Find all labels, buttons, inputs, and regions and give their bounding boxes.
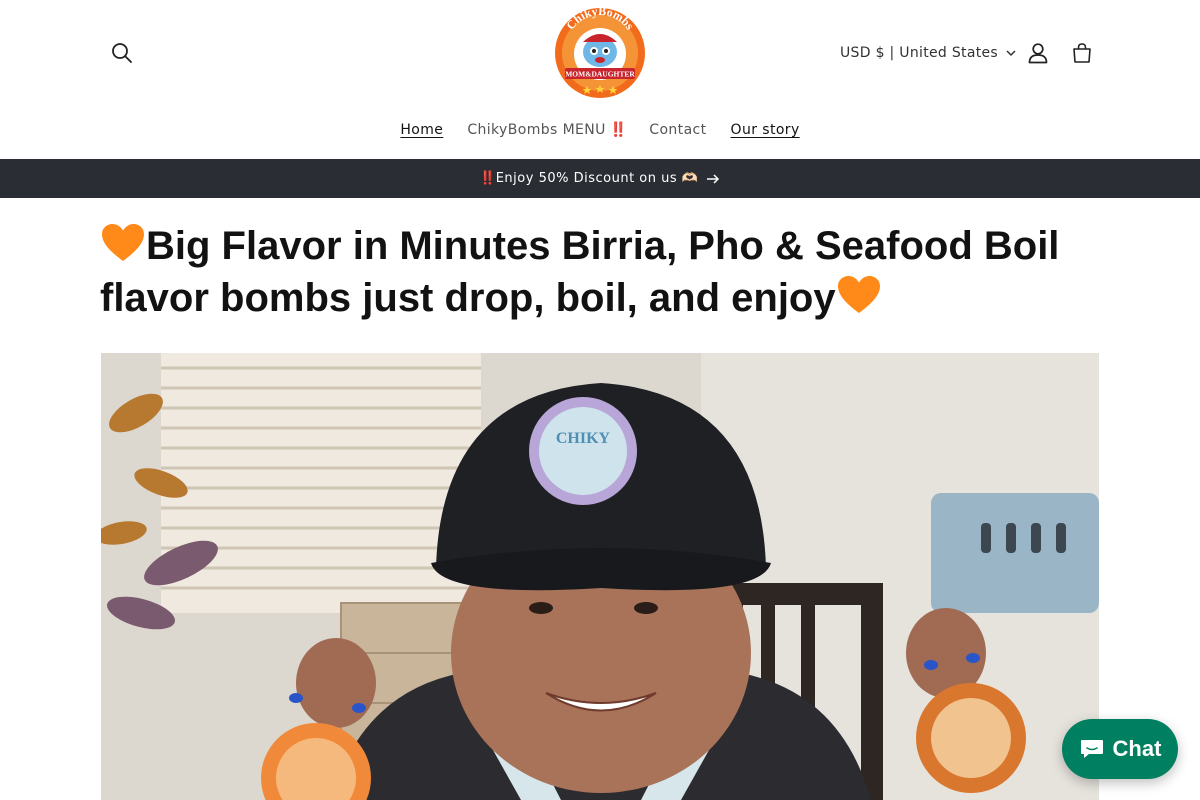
orange-heart-emoji	[837, 276, 880, 313]
arrow-right-icon	[707, 173, 720, 184]
nav-item-our-story[interactable]: Our story	[731, 122, 800, 138]
shopping-bag-icon	[1073, 43, 1091, 63]
cart-button[interactable]	[1064, 35, 1100, 71]
hero-image: CHIKY	[101, 353, 1099, 800]
double-exclamation-emoji: ‼️	[479, 171, 496, 186]
main-navigation: Home ChikyBombs MENU ‼️ Contact Our stor…	[0, 122, 1200, 138]
nav-item-label: Contact	[649, 122, 707, 138]
announcement-bar[interactable]: ‼️ Enjoy 50% Discount on us 🫶🏻	[0, 159, 1200, 198]
currency-selector[interactable]: USD $ | United States	[840, 36, 1016, 70]
currency-label: USD $ | United States	[840, 45, 998, 61]
user-icon	[1028, 43, 1048, 64]
chat-label: Chat	[1112, 736, 1162, 761]
hero-photo-child-holding-flavor-bombs: CHIKY	[101, 353, 1099, 800]
chikybombs-logo-image: MOM&DAUGHTER ChikyBombs	[555, 4, 645, 98]
search-button[interactable]	[104, 35, 140, 71]
chat-bubble-icon	[1080, 740, 1103, 758]
announcement-text: Enjoy 50% Discount on us	[495, 171, 678, 186]
logo-banner-text: MOM&DAUGHTER	[565, 70, 635, 79]
site-header: MOM&DAUGHTER ChikyBombs USD $ | United S…	[0, 0, 1200, 159]
chevron-down-icon	[1006, 49, 1016, 56]
heart-hands-emoji: 🫶🏻	[681, 171, 699, 186]
nav-item-label: Our story	[730, 122, 800, 138]
orange-heart-emoji	[102, 224, 144, 261]
chat-button[interactable]: Chat	[1062, 719, 1178, 779]
double-exclamation-emoji: ‼️	[609, 122, 627, 138]
hat-patch-text: CHIKY	[556, 430, 611, 447]
nav-item-label: Home	[400, 122, 444, 138]
nav-item-menu[interactable]: ChikyBombs MENU ‼️	[467, 122, 627, 138]
headline-line-2: flavor bombs just drop, boil, and enjoy	[100, 276, 836, 320]
account-button[interactable]	[1020, 35, 1056, 71]
search-icon	[112, 43, 132, 63]
page-headline: Big Flavor in Minutes Birria, Pho & Seaf…	[100, 220, 1100, 324]
nav-item-contact[interactable]: Contact	[649, 122, 706, 138]
nav-item-home[interactable]: Home	[400, 122, 443, 138]
site-logo[interactable]: MOM&DAUGHTER ChikyBombs	[553, 4, 647, 100]
headline-line-1: Big Flavor in Minutes Birria, Pho & Seaf…	[146, 224, 1060, 268]
nav-item-label: ChikyBombs MENU	[467, 122, 606, 138]
